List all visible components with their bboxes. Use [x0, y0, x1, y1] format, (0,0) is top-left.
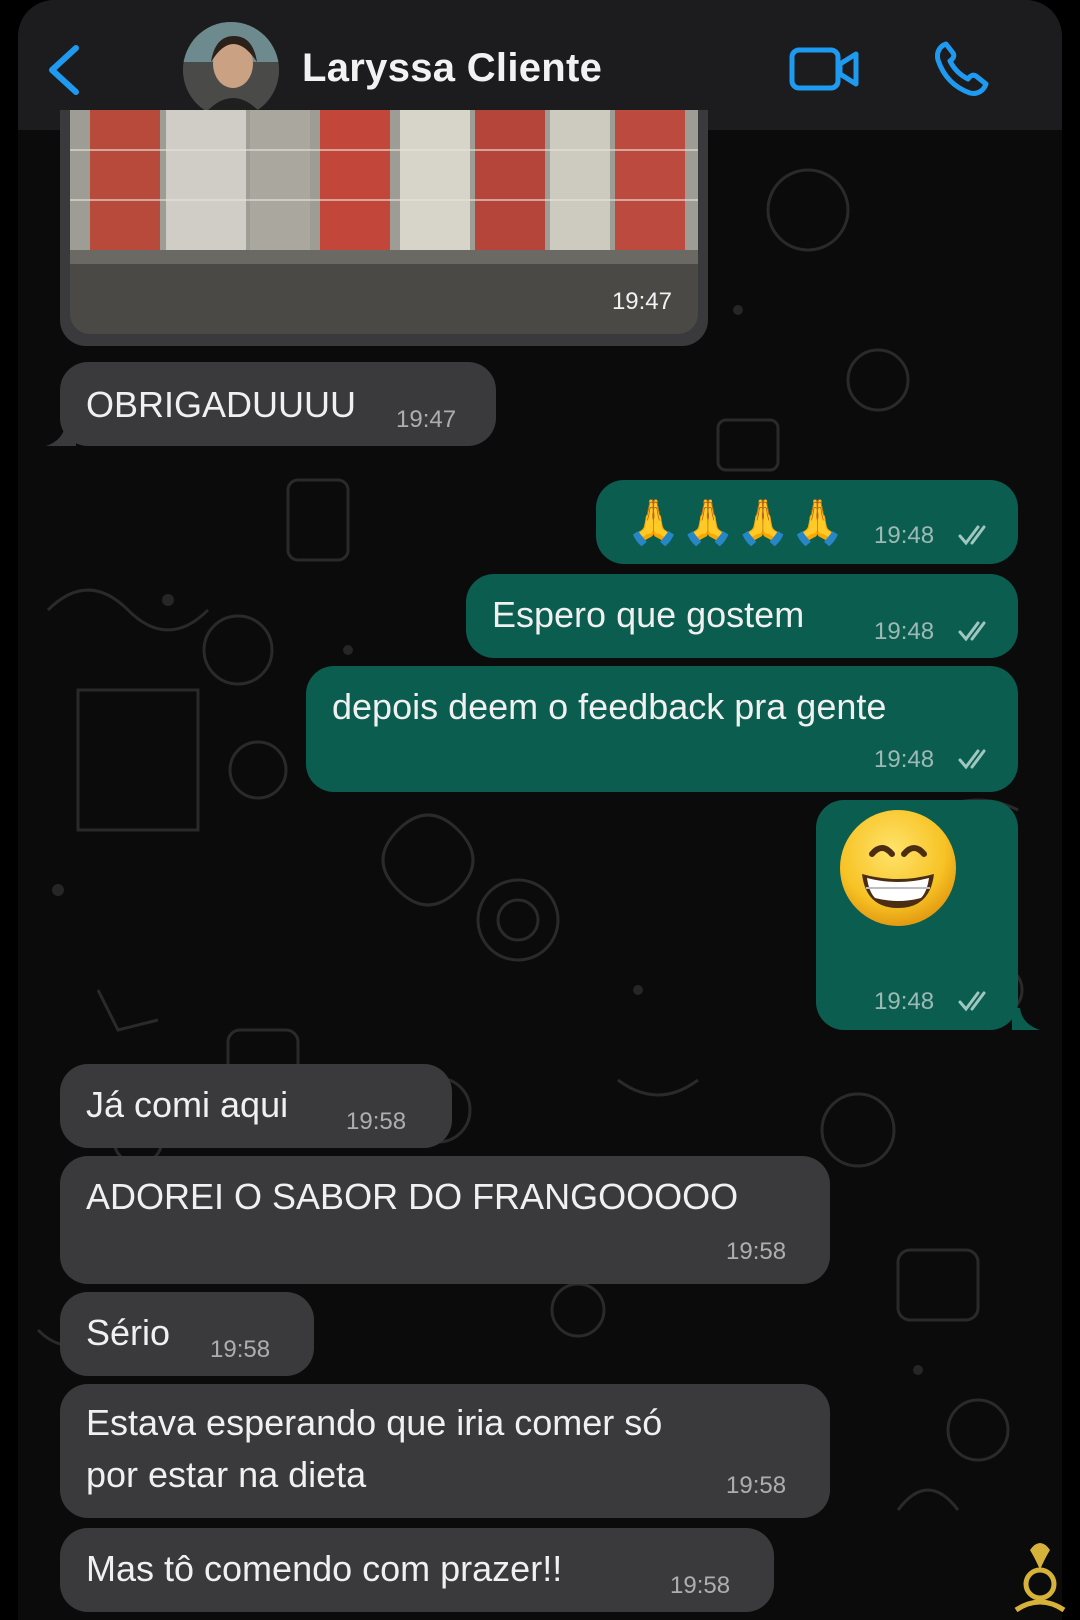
read-ticks-icon	[958, 621, 986, 642]
phone-icon	[935, 41, 989, 96]
message-text: depois deem o feedback pra gente	[332, 686, 887, 727]
message-text-line1: Estava esperando que iria comer só	[86, 1402, 663, 1443]
message-text: Já comi aqui	[86, 1084, 289, 1125]
food-containers-photo	[70, 110, 698, 334]
message-text-line2: por estar na dieta	[86, 1454, 367, 1495]
message-time: 19:47	[611, 288, 672, 315]
outgoing-message[interactable]: Espero que gostem 19:48	[466, 574, 1018, 658]
message-time: 19:58	[726, 1238, 787, 1265]
message-text: Espero que gostem	[492, 594, 805, 635]
outgoing-message[interactable]: depois deem o feedback pra gente 19:48	[306, 666, 1018, 792]
message-time: 19:48	[874, 522, 935, 549]
back-button[interactable]	[40, 40, 90, 100]
message-time: 19:48	[874, 988, 935, 1015]
avatar-photo	[183, 22, 279, 118]
chevron-left-icon	[49, 45, 79, 95]
message-time: 19:58	[346, 1108, 407, 1135]
grinning-face-emoji	[840, 810, 956, 926]
message-emoji: 🙏🙏🙏🙏	[626, 498, 846, 547]
message-time: 19:48	[874, 618, 935, 645]
message-time: 19:58	[726, 1472, 787, 1499]
outgoing-message[interactable]: 🙏🙏🙏🙏 19:48	[596, 480, 1018, 564]
chat-screen: Laryssa Cliente 19:47 OBRIGADUUUU 19:47 …	[0, 0, 1080, 1620]
message-text: ADOREI O SABOR DO FRANGOOOOO	[86, 1176, 739, 1217]
contact-name[interactable]: Laryssa Cliente	[302, 46, 602, 91]
incoming-message[interactable]: Estava esperando que iria comer só por e…	[60, 1384, 830, 1518]
incoming-message[interactable]: OBRIGADUUUU 19:47	[60, 362, 496, 446]
incoming-message[interactable]: Mas tô comendo com prazer!! 19:58	[60, 1528, 774, 1612]
message-text: OBRIGADUUUU	[86, 384, 357, 425]
video-call-button[interactable]	[788, 44, 860, 94]
read-ticks-icon	[958, 749, 986, 770]
message-time: 19:58	[670, 1572, 731, 1599]
message-time: 19:47	[396, 406, 457, 433]
message-photo[interactable]: 19:47	[70, 110, 698, 334]
bubble-tail	[1012, 1008, 1040, 1030]
avatar[interactable]	[183, 22, 279, 118]
read-ticks-icon	[958, 525, 986, 546]
message-time: 19:58	[210, 1336, 271, 1363]
message-text: Sério	[86, 1312, 171, 1353]
message-time: 19:48	[874, 746, 935, 773]
bubble-tail	[46, 422, 76, 446]
incoming-message[interactable]: Já comi aqui 19:58	[60, 1064, 452, 1148]
read-ticks-icon	[958, 991, 986, 1012]
image-message[interactable]: 19:47	[60, 110, 708, 346]
voice-call-button[interactable]	[932, 38, 990, 98]
watermark-logo-icon	[1014, 1543, 1066, 1613]
incoming-message[interactable]: ADOREI O SABOR DO FRANGOOOOO 19:58	[60, 1156, 830, 1284]
video-camera-icon	[789, 47, 859, 91]
incoming-message[interactable]: Sério 19:58	[60, 1292, 314, 1376]
message-text: Mas tô comendo com prazer!!	[86, 1548, 563, 1589]
